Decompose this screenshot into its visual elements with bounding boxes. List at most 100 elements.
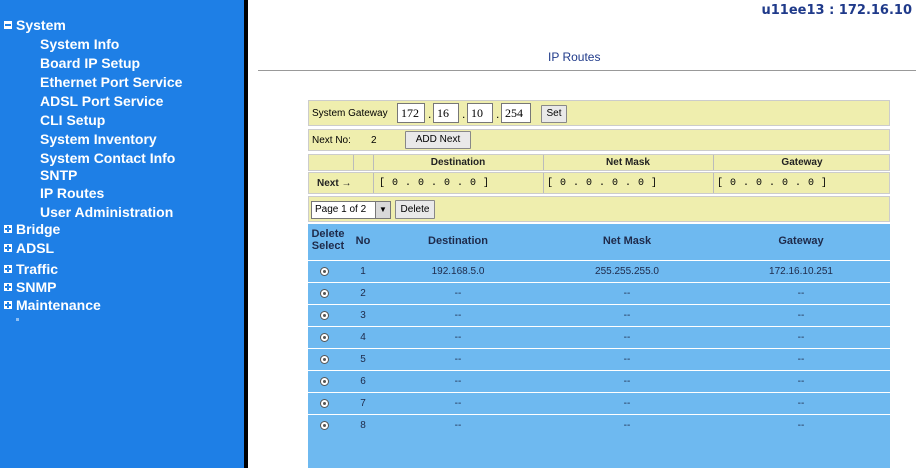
routes-table: Delete Select No Destination Net Mask Ga…	[308, 224, 890, 468]
tree-traffic-label: Traffic	[16, 261, 59, 277]
cell-no: 6	[360, 376, 366, 387]
gateway-octet-2[interactable]: 16	[433, 103, 459, 123]
tree-bridge-label: Bridge	[16, 221, 61, 237]
cell-destination: --	[454, 288, 462, 299]
tree-dot-icon	[16, 318, 19, 321]
table-row: 5 -- -- --	[308, 348, 890, 370]
sidebar-item-adsl-port-service[interactable]: ADSL Port Service	[40, 92, 163, 110]
row-select-radio[interactable]	[320, 267, 329, 276]
sidebar-item-cli-setup[interactable]: CLI Setup	[40, 111, 105, 129]
tree-system-label: System	[16, 17, 66, 33]
cell-netmask: --	[623, 420, 631, 431]
page-title: IP Routes	[548, 50, 601, 64]
gateway-row: System Gateway 172 . 16 . 10 . 254 Set	[308, 100, 890, 126]
tree-maintenance[interactable]: Maintenance	[4, 296, 101, 314]
column-destination: Destination	[430, 157, 486, 168]
cell-netmask: --	[623, 332, 631, 343]
cell-destination: --	[454, 332, 462, 343]
next-gateway-input[interactable]: [ 0 . 0 . 0 . 0 ]	[717, 178, 828, 189]
column-divider	[543, 173, 544, 193]
octet-separator: .	[428, 107, 432, 121]
next-no-value: 2	[371, 135, 377, 146]
column-divider	[373, 173, 374, 193]
column-header-row: Destination Net Mask Gateway	[308, 154, 890, 171]
sidebar-item-ethernet-port-service[interactable]: Ethernet Port Service	[40, 73, 182, 91]
header-netmask: Net Mask	[602, 235, 652, 247]
table-row: 3 -- -- --	[308, 304, 890, 326]
gateway-label: System Gateway	[312, 108, 388, 119]
sidebar-item-board-ip-setup[interactable]: Board IP Setup	[40, 54, 140, 72]
cell-gateway: --	[797, 288, 805, 299]
cell-gateway: --	[797, 354, 805, 365]
cell-gateway: 172.16.10.251	[769, 266, 833, 277]
sidebar-item-system-info[interactable]: System Info	[40, 35, 119, 53]
header-destination: Destination	[428, 235, 488, 247]
delete-button[interactable]: Delete	[395, 200, 435, 219]
cell-no: 7	[360, 398, 366, 409]
tree-traffic[interactable]: Traffic	[4, 260, 58, 278]
cell-gateway: --	[797, 332, 805, 343]
expand-icon[interactable]	[4, 283, 12, 291]
column-gateway: Gateway	[781, 157, 823, 168]
cell-gateway: --	[797, 420, 805, 431]
row-select-radio[interactable]	[320, 311, 329, 320]
row-select-radio[interactable]	[320, 399, 329, 408]
cell-netmask: --	[623, 310, 631, 321]
column-netmask: Net Mask	[606, 157, 650, 168]
sidebar-item-system-contact-info[interactable]: System Contact Info	[40, 149, 175, 167]
cell-no: 3	[360, 310, 366, 321]
cell-no: 8	[360, 420, 366, 431]
sidebar-item-system-inventory[interactable]: System Inventory	[40, 130, 157, 148]
row-select-radio[interactable]	[320, 333, 329, 342]
next-entry-row: Next → [ 0 . 0 . 0 . 0 ] [ 0 . 0 . 0 . 0…	[308, 172, 890, 194]
row-select-radio[interactable]	[320, 421, 329, 430]
expand-icon[interactable]	[4, 301, 12, 309]
table-row: 4 -- -- --	[308, 326, 890, 348]
row-select-radio[interactable]	[320, 289, 329, 298]
cell-netmask: --	[623, 398, 631, 409]
tree-adsl-label: ADSL	[16, 240, 55, 256]
tree-system[interactable]: System	[4, 16, 66, 34]
tree-snmp-label: SNMP	[16, 279, 57, 295]
cell-destination: --	[454, 310, 462, 321]
row-select-radio[interactable]	[320, 377, 329, 386]
cell-netmask: --	[623, 354, 631, 365]
next-destination-input[interactable]: [ 0 . 0 . 0 . 0 ]	[379, 178, 490, 189]
cell-no: 5	[360, 354, 366, 365]
expand-icon[interactable]	[4, 225, 12, 233]
gateway-octet-3[interactable]: 10	[467, 103, 493, 123]
cell-netmask: --	[623, 376, 631, 387]
cell-destination: --	[454, 420, 462, 431]
octet-separator: .	[496, 107, 500, 121]
octet-separator: .	[462, 107, 466, 121]
gateway-octet-4[interactable]: 254	[501, 103, 531, 123]
tree-maintenance-label: Maintenance	[16, 297, 101, 313]
sidebar-item-sntp[interactable]: SNTP	[40, 166, 77, 184]
table-row: 7 -- -- --	[308, 392, 890, 414]
next-no-row: Next No: 2 ADD Next	[308, 129, 890, 151]
collapse-icon[interactable]	[4, 21, 12, 29]
pager-row: Page 1 of 2 ▼ Delete	[308, 196, 890, 222]
tree-snmp[interactable]: SNMP	[4, 278, 56, 296]
cell-gateway: --	[797, 398, 805, 409]
gateway-octet-1[interactable]: 172	[397, 103, 425, 123]
tree-adsl[interactable]: ADSL	[4, 239, 54, 257]
set-gateway-button[interactable]: Set	[541, 105, 567, 123]
table-row: 6 -- -- --	[308, 370, 890, 392]
cell-destination: --	[454, 376, 462, 387]
row-select-radio[interactable]	[320, 355, 329, 364]
column-divider	[353, 155, 354, 170]
next-netmask-input[interactable]: [ 0 . 0 . 0 . 0 ]	[547, 178, 658, 189]
chevron-down-icon[interactable]: ▼	[375, 202, 390, 218]
tree-bridge[interactable]: Bridge	[4, 220, 60, 238]
sidebar-divider	[244, 0, 248, 468]
cell-netmask: 255.255.255.0	[595, 266, 659, 277]
page-select[interactable]: Page 1 of 2 ▼	[311, 201, 391, 219]
expand-icon[interactable]	[4, 244, 12, 252]
sidebar-item-user-administration[interactable]: User Administration	[40, 203, 173, 221]
header-no: No	[355, 235, 371, 247]
add-next-button[interactable]: ADD Next	[405, 131, 471, 149]
sidebar-item-ip-routes[interactable]: IP Routes	[40, 184, 104, 202]
cell-netmask: --	[623, 288, 631, 299]
expand-icon[interactable]	[4, 265, 12, 273]
